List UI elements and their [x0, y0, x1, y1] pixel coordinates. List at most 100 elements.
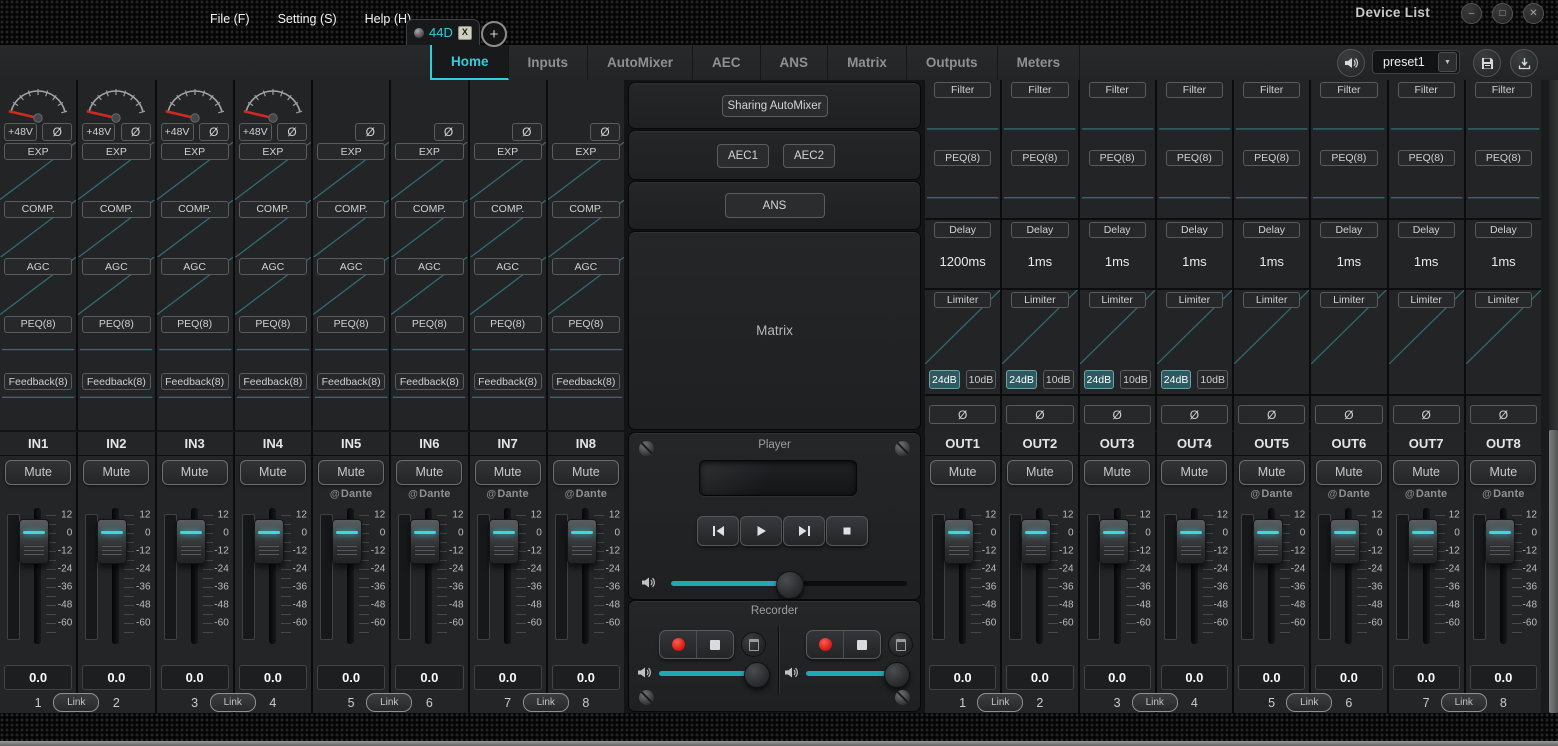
fader-handle[interactable] [1408, 519, 1438, 564]
fader-handle[interactable] [254, 519, 284, 564]
link-button[interactable]: Link [53, 693, 99, 712]
peq-button[interactable]: PEQ(8) [161, 316, 229, 333]
record-button[interactable] [660, 631, 696, 658]
limiter-button[interactable]: Limiter [1089, 292, 1146, 308]
speaker-button[interactable] [1337, 49, 1365, 77]
mute-button[interactable]: Mute [1470, 460, 1536, 485]
agc-button[interactable]: AGC [317, 258, 385, 275]
tab-matrix[interactable]: Matrix [828, 45, 907, 80]
volume-knob[interactable] [744, 662, 770, 688]
fader-handle[interactable] [489, 519, 519, 564]
matrix-panel[interactable]: Matrix [628, 231, 921, 430]
tab-home[interactable]: Home [430, 45, 509, 80]
phase-button[interactable]: Ø [1470, 405, 1537, 424]
mute-button[interactable]: Mute [1007, 460, 1073, 485]
feedback-button[interactable]: Feedback(8) [239, 373, 307, 390]
phase-button[interactable]: Ø [42, 123, 72, 141]
delay-button[interactable]: Delay [1475, 222, 1532, 238]
peq-button[interactable]: PEQ(8) [317, 316, 385, 333]
filter-button[interactable]: Filter [1475, 82, 1532, 98]
peq-button[interactable]: PEQ(8) [1011, 150, 1068, 166]
agc-button[interactable]: AGC [4, 258, 72, 275]
feedback-button[interactable]: Feedback(8) [552, 373, 620, 390]
comp-button[interactable]: COMP. [317, 201, 385, 218]
mute-button[interactable]: Mute [475, 460, 541, 485]
stop-button[interactable] [843, 631, 880, 658]
gain-24db-button[interactable]: 24dB [929, 370, 960, 389]
previous-track-button[interactable] [697, 516, 739, 546]
gain-24db-button[interactable]: 24dB [1006, 370, 1037, 389]
export-preset-button[interactable] [1510, 49, 1538, 77]
agc-button[interactable]: AGC [552, 258, 620, 275]
file-button[interactable] [888, 632, 913, 657]
fader-handle[interactable] [410, 519, 440, 564]
mute-button[interactable]: Mute [83, 460, 149, 485]
fader-handle[interactable] [1330, 519, 1360, 564]
gain-24db-button[interactable]: 24dB [1084, 370, 1115, 389]
file-button[interactable] [741, 632, 766, 657]
peq-button[interactable]: PEQ(8) [239, 316, 307, 333]
volume-track[interactable] [659, 671, 763, 676]
delay-button[interactable]: Delay [934, 222, 991, 238]
filter-button[interactable]: Filter [1398, 82, 1455, 98]
comp-button[interactable]: COMP. [474, 201, 542, 218]
comp-button[interactable]: COMP. [161, 201, 229, 218]
exp-button[interactable]: EXP [474, 143, 542, 160]
gain-value[interactable]: 0.0 [1315, 665, 1382, 690]
next-track-button[interactable] [783, 516, 825, 546]
phase-button[interactable]: Ø [512, 123, 542, 141]
gain-10db-button[interactable]: 10dB [1197, 370, 1228, 389]
filter-button[interactable]: Filter [1011, 82, 1068, 98]
gain-value[interactable]: 0.0 [1393, 665, 1460, 690]
peq-button[interactable]: PEQ(8) [1089, 150, 1146, 166]
filter-button[interactable]: Filter [934, 82, 991, 98]
scrollbar-thumb[interactable] [1549, 430, 1558, 713]
phase-button[interactable]: Ø [590, 123, 620, 141]
agc-button[interactable]: AGC [239, 258, 307, 275]
gain-value[interactable]: 0.0 [395, 665, 463, 690]
chevron-down-icon[interactable]: ▼ [1438, 52, 1457, 72]
gain-10db-button[interactable]: 10dB [966, 370, 997, 389]
feedback-button[interactable]: Feedback(8) [161, 373, 229, 390]
volume-knob[interactable] [884, 662, 910, 688]
peq-button[interactable]: PEQ(8) [474, 316, 542, 333]
phase-button[interactable]: Ø [1161, 405, 1228, 424]
limiter-button[interactable]: Limiter [1011, 292, 1068, 308]
ans-button[interactable]: ANS [725, 193, 825, 218]
stop-button[interactable] [826, 516, 868, 546]
aec2-button[interactable]: AEC2 [783, 144, 835, 168]
mute-button[interactable]: Mute [1393, 460, 1459, 485]
play-button[interactable] [740, 516, 782, 546]
gain-value[interactable]: 0.0 [317, 665, 385, 690]
gain-value[interactable]: 0.0 [552, 665, 620, 690]
menu-help[interactable]: Help (H) [365, 12, 412, 26]
fader-handle[interactable] [97, 519, 127, 564]
maximize-icon[interactable]: □ [1492, 3, 1513, 24]
fader-handle[interactable] [332, 519, 362, 564]
exp-button[interactable]: EXP [161, 143, 229, 160]
mute-button[interactable]: Mute [318, 460, 384, 485]
phase-button[interactable]: Ø [1084, 405, 1151, 424]
exp-button[interactable]: EXP [4, 143, 72, 160]
comp-button[interactable]: COMP. [239, 201, 307, 218]
exp-button[interactable]: EXP [239, 143, 307, 160]
aec1-button[interactable]: AEC1 [717, 144, 769, 168]
sharing-automixer-button[interactable]: Sharing AutoMixer [722, 95, 828, 117]
fader-handle[interactable] [1485, 519, 1515, 564]
volume-knob[interactable] [776, 571, 804, 599]
mute-button[interactable]: Mute [553, 460, 619, 485]
agc-button[interactable]: AGC [82, 258, 150, 275]
phase-button[interactable]: Ø [1315, 405, 1382, 424]
close-icon[interactable]: ✕ [1523, 3, 1544, 24]
mute-button[interactable]: Mute [930, 460, 996, 485]
phase-button[interactable]: Ø [277, 123, 307, 141]
device-tab[interactable]: 44D X [406, 19, 480, 45]
phase-button[interactable]: Ø [199, 123, 229, 141]
feedback-button[interactable]: Feedback(8) [474, 373, 542, 390]
fader-handle[interactable] [176, 519, 206, 564]
phase-button[interactable]: Ø [1238, 405, 1305, 424]
link-button[interactable]: Link [1441, 693, 1487, 712]
filter-button[interactable]: Filter [1320, 82, 1377, 98]
peq-button[interactable]: PEQ(8) [552, 316, 620, 333]
peq-button[interactable]: PEQ(8) [82, 316, 150, 333]
